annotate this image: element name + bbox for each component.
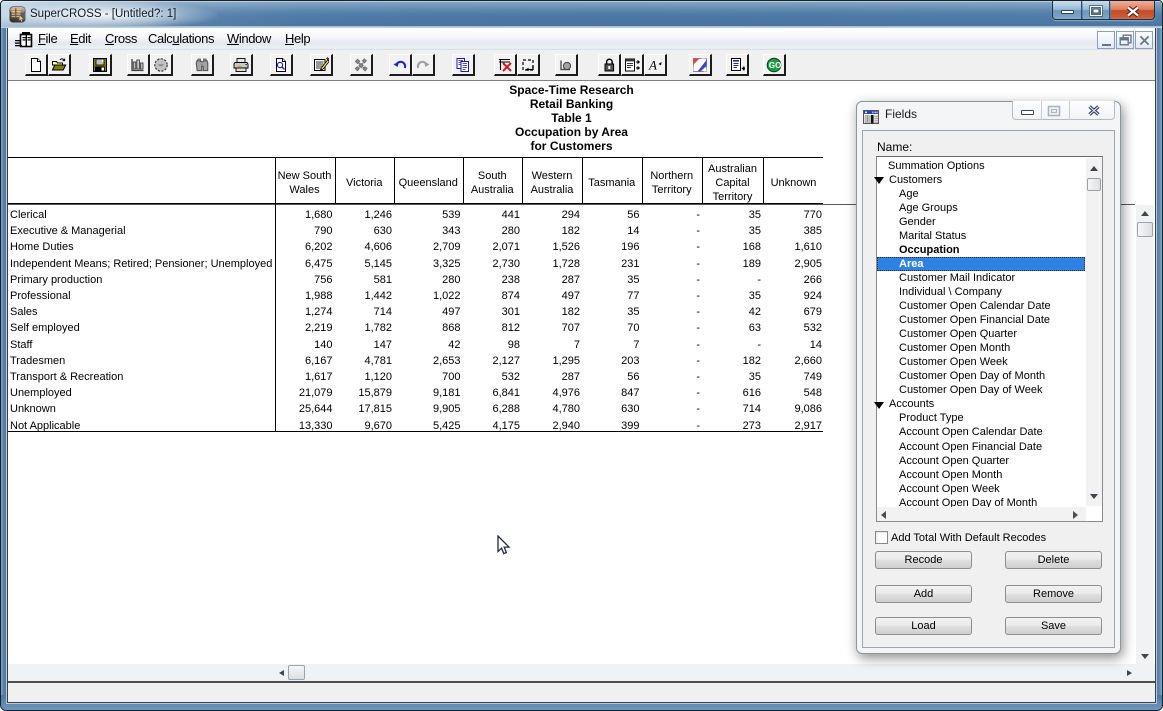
svg-text:GO: GO bbox=[769, 61, 781, 70]
svg-text:A: A bbox=[648, 58, 657, 73]
